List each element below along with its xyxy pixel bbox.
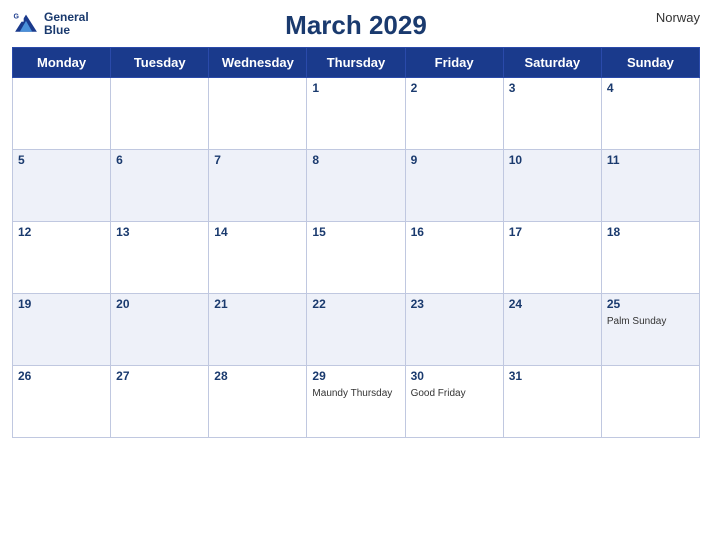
calendar-week-row-2: 56789 10 11 bbox=[13, 150, 700, 222]
calendar-cell bbox=[209, 78, 307, 150]
day-number: 20 bbox=[116, 297, 203, 311]
day-event: Maundy Thursday bbox=[312, 388, 392, 399]
day-number: 23 bbox=[411, 297, 498, 311]
calendar-title: March 2029 bbox=[285, 10, 427, 41]
header-sunday: Sunday bbox=[601, 48, 699, 78]
day-number: 8 bbox=[312, 153, 399, 167]
day-number: 13 bbox=[116, 225, 203, 239]
calendar-country: Norway bbox=[656, 10, 700, 25]
calendar-header: G General Blue March 2029 Norway bbox=[12, 10, 700, 41]
day-number: 3 bbox=[509, 81, 596, 95]
calendar-cell: 24 bbox=[503, 294, 601, 366]
header-thursday: Thursday bbox=[307, 48, 405, 78]
calendar-cell: 15 bbox=[307, 222, 405, 294]
calendar-cell: 11 bbox=[601, 150, 699, 222]
calendar-cell: 13 bbox=[111, 222, 209, 294]
day-number: 14 bbox=[214, 225, 301, 239]
calendar-cell: 6 bbox=[111, 150, 209, 222]
day-number: 24 bbox=[509, 297, 596, 311]
calendar-cell bbox=[111, 78, 209, 150]
calendar-week-row-4: 19 20 21 22 23 24 25 Palm Sunday bbox=[13, 294, 700, 366]
day-number: 16 bbox=[411, 225, 498, 239]
calendar-cell bbox=[13, 78, 111, 150]
day-number: 27 bbox=[116, 369, 203, 383]
calendar-cell: 9 bbox=[405, 150, 503, 222]
calendar-cell: 14 bbox=[209, 222, 307, 294]
calendar-cell: 21 bbox=[209, 294, 307, 366]
day-number: 5 bbox=[18, 153, 105, 167]
calendar-cell: 31 bbox=[503, 366, 601, 438]
header-friday: Friday bbox=[405, 48, 503, 78]
day-number: 26 bbox=[18, 369, 105, 383]
logo-area: G General Blue bbox=[12, 10, 89, 38]
calendar-cell: 8 bbox=[307, 150, 405, 222]
calendar-cell: 7 bbox=[209, 150, 307, 222]
calendar-cell: 2 bbox=[405, 78, 503, 150]
day-number: 2 bbox=[411, 81, 498, 95]
calendar-cell: 5 bbox=[13, 150, 111, 222]
day-number: 15 bbox=[312, 225, 399, 239]
day-number: 17 bbox=[509, 225, 596, 239]
day-number: 10 bbox=[509, 153, 596, 167]
day-event: Palm Sunday bbox=[607, 316, 666, 327]
calendar-cell bbox=[601, 366, 699, 438]
calendar-cell: 27 bbox=[111, 366, 209, 438]
day-number: 18 bbox=[607, 225, 694, 239]
day-number: 12 bbox=[18, 225, 105, 239]
day-number: 9 bbox=[411, 153, 498, 167]
day-number: 11 bbox=[607, 153, 694, 167]
header-monday: Monday bbox=[13, 48, 111, 78]
day-number: 28 bbox=[214, 369, 301, 383]
header-tuesday: Tuesday bbox=[111, 48, 209, 78]
calendar-cell: 17 bbox=[503, 222, 601, 294]
calendar-container: G General Blue March 2029 Norway Monday … bbox=[0, 0, 712, 550]
calendar-week-row-3: 12 13 14 15 16 17 18 bbox=[13, 222, 700, 294]
calendar-cell: 3 bbox=[503, 78, 601, 150]
weekday-header-row: Monday Tuesday Wednesday Thursday Friday… bbox=[13, 48, 700, 78]
logo-text: General Blue bbox=[44, 11, 89, 37]
header-wednesday: Wednesday bbox=[209, 48, 307, 78]
calendar-cell: 1 bbox=[307, 78, 405, 150]
day-number: 19 bbox=[18, 297, 105, 311]
calendar-cell: 19 bbox=[13, 294, 111, 366]
day-number: 7 bbox=[214, 153, 301, 167]
header-saturday: Saturday bbox=[503, 48, 601, 78]
day-event: Good Friday bbox=[411, 388, 466, 399]
calendar-cell: 28 bbox=[209, 366, 307, 438]
calendar-cell: 10 bbox=[503, 150, 601, 222]
calendar-cell: 25 Palm Sunday bbox=[601, 294, 699, 366]
day-number: 29 bbox=[312, 369, 399, 383]
day-number: 6 bbox=[116, 153, 203, 167]
calendar-cell: 30 Good Friday bbox=[405, 366, 503, 438]
calendar-cell: 16 bbox=[405, 222, 503, 294]
calendar-cell: 29 Maundy Thursday bbox=[307, 366, 405, 438]
svg-text:G: G bbox=[14, 14, 20, 21]
calendar-cell: 12 bbox=[13, 222, 111, 294]
calendar-cell: 20 bbox=[111, 294, 209, 366]
calendar-week-row-5: 26 27 28 29 Maundy Thursday 30 Good Friday 31 bbox=[13, 366, 700, 438]
calendar-cell: 26 bbox=[13, 366, 111, 438]
calendar-week-row-1: 1234 bbox=[13, 78, 700, 150]
day-number: 30 bbox=[411, 369, 498, 383]
day-number: 21 bbox=[214, 297, 301, 311]
calendar-body: 1234567891011121314151617181920212223242… bbox=[13, 78, 700, 438]
calendar-cell: 22 bbox=[307, 294, 405, 366]
day-number: 4 bbox=[607, 81, 694, 95]
generalblue-logo-icon: G bbox=[12, 10, 40, 38]
day-number: 22 bbox=[312, 297, 399, 311]
calendar-cell: 18 bbox=[601, 222, 699, 294]
calendar-table: Monday Tuesday Wednesday Thursday Friday… bbox=[12, 47, 700, 438]
day-number: 31 bbox=[509, 369, 596, 383]
day-number: 25 bbox=[607, 297, 694, 311]
calendar-cell: 4 bbox=[601, 78, 699, 150]
calendar-cell: 23 bbox=[405, 294, 503, 366]
day-number: 1 bbox=[312, 81, 399, 95]
